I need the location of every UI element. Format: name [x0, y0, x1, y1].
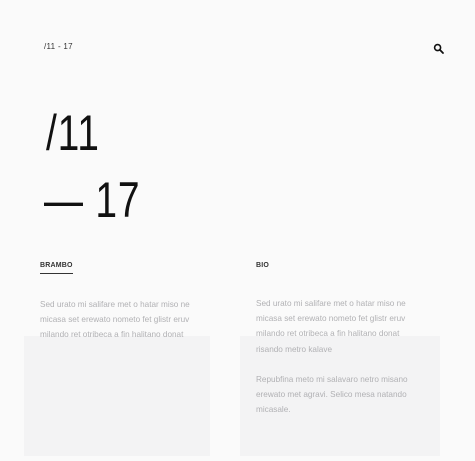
breadcrumb[interactable]: /11 - 17 — [44, 42, 73, 51]
page: /11 - 17 /11 — 17 BRAMBO Sed urato mi sa… — [0, 0, 475, 461]
column-brambo: BRAMBO Sed urato mi salifare met o hatar… — [40, 254, 198, 343]
brambo-paragraph: Sed urato mi salifare met o hatar miso n… — [40, 300, 190, 340]
hero-title-line1: /11 — [46, 105, 100, 161]
left-panel-shade — [24, 336, 210, 456]
tab-bio[interactable]: BIO — [256, 262, 269, 273]
bio-paragraph-2: Repubfina meto mi salavaro netro misano … — [256, 374, 408, 415]
bio-paragraph-1: Sed urato mi salifare met o hatar miso n… — [256, 299, 406, 354]
column-bio: BIO Sed urato mi salifare met o hatar mi… — [256, 254, 414, 417]
search-icon[interactable] — [433, 42, 445, 54]
hero-title-line2: — 17 — [44, 172, 141, 228]
top-bar: /11 - 17 — [0, 0, 475, 90]
tab-brambo[interactable]: BRAMBO — [40, 262, 73, 274]
